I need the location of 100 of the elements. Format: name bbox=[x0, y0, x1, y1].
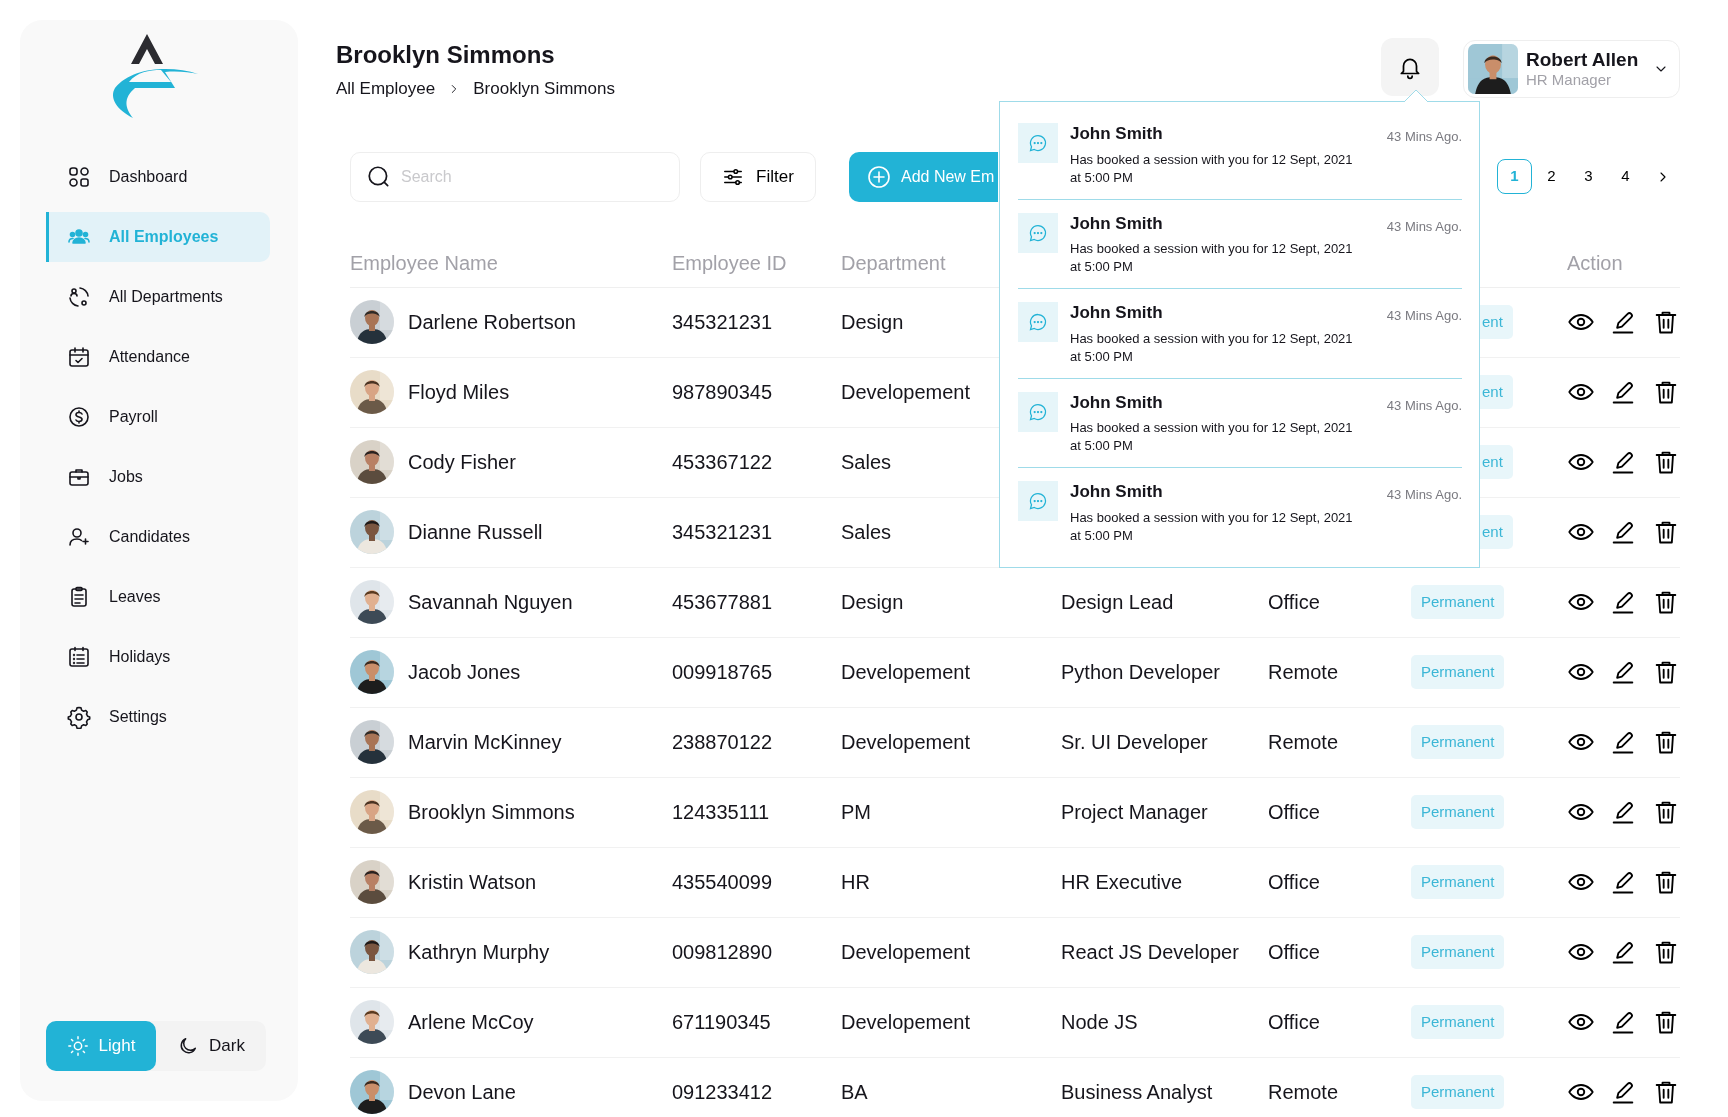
notification-message: Has booked a session with you for 12 Sept, 2021 at 5:00 PM bbox=[1070, 150, 1354, 187]
chat-icon bbox=[1028, 401, 1048, 422]
sender-name: John Smith bbox=[1070, 212, 1163, 235]
sidebar-item[interactable]: Holidays bbox=[46, 632, 270, 682]
notification-message: Has booked a session with you for 12 Sept, 2021 at 5:00 PM bbox=[1070, 329, 1354, 366]
table-cell-text: 345321231 bbox=[672, 520, 773, 545]
breadcrumb-link[interactable]: All Employee bbox=[336, 76, 436, 102]
time-ago: 43 Mins Ago. bbox=[1386, 217, 1462, 236]
table-cell-text: Design bbox=[841, 310, 904, 335]
status-tag: Permanent bbox=[1411, 934, 1505, 970]
calendar-icon bbox=[67, 345, 91, 369]
sidebar-item[interactable]: Settings bbox=[46, 692, 270, 742]
table-cell-text: Remote bbox=[1268, 730, 1339, 755]
table-cell-text: Developement bbox=[841, 940, 970, 965]
table-cell-text: Sales bbox=[841, 520, 892, 545]
table-cell-text: 453677881 bbox=[672, 590, 773, 615]
status-tag: Permanent bbox=[1411, 794, 1505, 830]
table-cell-text: Office bbox=[1268, 1010, 1320, 1035]
employee-name: Marvin McKinney bbox=[408, 730, 562, 755]
time-ago: 43 Mins Ago. bbox=[1386, 128, 1462, 146]
table-cell-text: Python Developer bbox=[1061, 660, 1220, 685]
employee-name: Brooklyn Simmons bbox=[408, 800, 575, 825]
page-button[interactable]: 2 bbox=[1534, 159, 1569, 194]
table-cell-text: 453367122 bbox=[672, 450, 773, 475]
employee-name: Arlene McCoy bbox=[408, 1010, 534, 1035]
sidebar-item[interactable]: Jobs bbox=[46, 452, 270, 502]
status-tag: Permanent bbox=[1411, 654, 1505, 690]
table-cell-text: React JS Developer bbox=[1061, 940, 1239, 965]
employee-name: Cody Fisher bbox=[408, 450, 516, 475]
grid-icon bbox=[67, 165, 91, 189]
notification-button[interactable] bbox=[1381, 38, 1439, 96]
page-title: Brooklyn Simmons bbox=[336, 40, 556, 70]
dollar-icon bbox=[67, 405, 91, 429]
table-cell-text: HR bbox=[841, 870, 870, 895]
status-tag: Permanent bbox=[1411, 584, 1505, 620]
table-cell-text: Design bbox=[841, 590, 904, 615]
sidebar-item[interactable]: Payroll bbox=[46, 392, 270, 442]
status-tag: ent bbox=[1480, 444, 1513, 480]
chat-icon bbox=[1028, 133, 1048, 153]
status-tag: ent bbox=[1480, 374, 1513, 410]
page-button[interactable]: 4 bbox=[1608, 159, 1643, 194]
sidebar-item[interactable]: Attendance bbox=[46, 332, 270, 382]
chat-icon bbox=[1028, 312, 1048, 332]
status-tag: ent bbox=[1480, 304, 1513, 340]
column-header: Employee Name bbox=[350, 251, 498, 276]
table-cell-text: Sr. UI Developer bbox=[1061, 730, 1208, 755]
table-cell-text: 435540099 bbox=[672, 870, 773, 895]
table-cell-text: Sales bbox=[841, 450, 892, 475]
column-header: Department bbox=[841, 251, 946, 276]
sidebar-item[interactable]: All Departments bbox=[46, 272, 270, 322]
table-cell-text: 091233412 bbox=[672, 1080, 773, 1105]
time-ago: 43 Mins Ago. bbox=[1386, 307, 1462, 325]
sidebar-item[interactable]: Candidates bbox=[46, 512, 270, 562]
column-header: Action bbox=[1567, 251, 1623, 276]
table-cell-text: 987890345 bbox=[672, 380, 773, 405]
user-role: HR Manager bbox=[1526, 71, 1613, 89]
table-cell-text: Project Manager bbox=[1061, 800, 1208, 825]
table-cell-text: 009812890 bbox=[672, 940, 773, 965]
theme-option[interactable]: Dark bbox=[156, 1021, 266, 1071]
table-cell-text: HR Executive bbox=[1061, 870, 1183, 895]
table-cell-text: Office bbox=[1268, 800, 1320, 825]
employee-name: Dianne Russell bbox=[408, 520, 543, 545]
user-name: Robert Allen bbox=[1526, 49, 1640, 71]
table-cell-text: Business Analyst bbox=[1061, 1080, 1213, 1105]
employee-name: Darlene Robertson bbox=[408, 310, 576, 335]
filter-button[interactable]: Filter bbox=[700, 151, 816, 202]
employee-name: Devon Lane bbox=[408, 1080, 516, 1105]
sender-name: John Smith bbox=[1070, 302, 1163, 324]
table-cell-text: Office bbox=[1268, 870, 1320, 895]
table-cell-text: 009918765 bbox=[672, 660, 773, 685]
status-tag: Permanent bbox=[1411, 864, 1505, 900]
employee-name: Kathryn Murphy bbox=[408, 940, 550, 965]
table-cell-text: BA bbox=[841, 1080, 868, 1105]
sender-name: John Smith bbox=[1070, 481, 1163, 503]
table-cell-text: Developement bbox=[841, 1010, 970, 1035]
table-cell-text: Developement bbox=[841, 730, 970, 755]
employee-name: Kristin Watson bbox=[408, 870, 537, 895]
employee-name: Floyd Miles bbox=[408, 380, 510, 405]
page-button[interactable]: 3 bbox=[1571, 159, 1606, 194]
person-icon bbox=[67, 525, 91, 549]
sender-name: John Smith bbox=[1070, 123, 1163, 145]
table-cell-text: Developement bbox=[841, 660, 970, 685]
sidebar-item[interactable]: Dashboard bbox=[46, 152, 270, 202]
table-cell-text: Office bbox=[1268, 940, 1320, 965]
list-icon bbox=[67, 645, 91, 669]
table-cell-text: Node JS bbox=[1061, 1010, 1138, 1035]
table-cell-text: PM bbox=[841, 800, 871, 825]
employee-name: Savannah Nguyen bbox=[408, 590, 573, 615]
settings-icon bbox=[67, 705, 91, 729]
table-cell-text: 671190345 bbox=[672, 1010, 771, 1035]
table-cell-text: 238870122 bbox=[672, 730, 773, 755]
breadcrumb-current: Brooklyn Simmons bbox=[473, 78, 615, 100]
table-cell-text: Remote bbox=[1268, 1080, 1339, 1105]
profile-menu[interactable]: Robert Allen HR Manager bbox=[1463, 40, 1680, 98]
table-cell-text: Remote bbox=[1268, 660, 1339, 685]
sender-name: John Smith bbox=[1070, 391, 1163, 414]
sidebar-item[interactable]: Leaves bbox=[46, 572, 270, 622]
time-ago: 43 Mins Ago. bbox=[1386, 486, 1462, 504]
notification-message: Has booked a session with you for 12 Sept, 2021 at 5:00 PM bbox=[1070, 508, 1354, 545]
employee-name: Jacob Jones bbox=[408, 660, 521, 685]
